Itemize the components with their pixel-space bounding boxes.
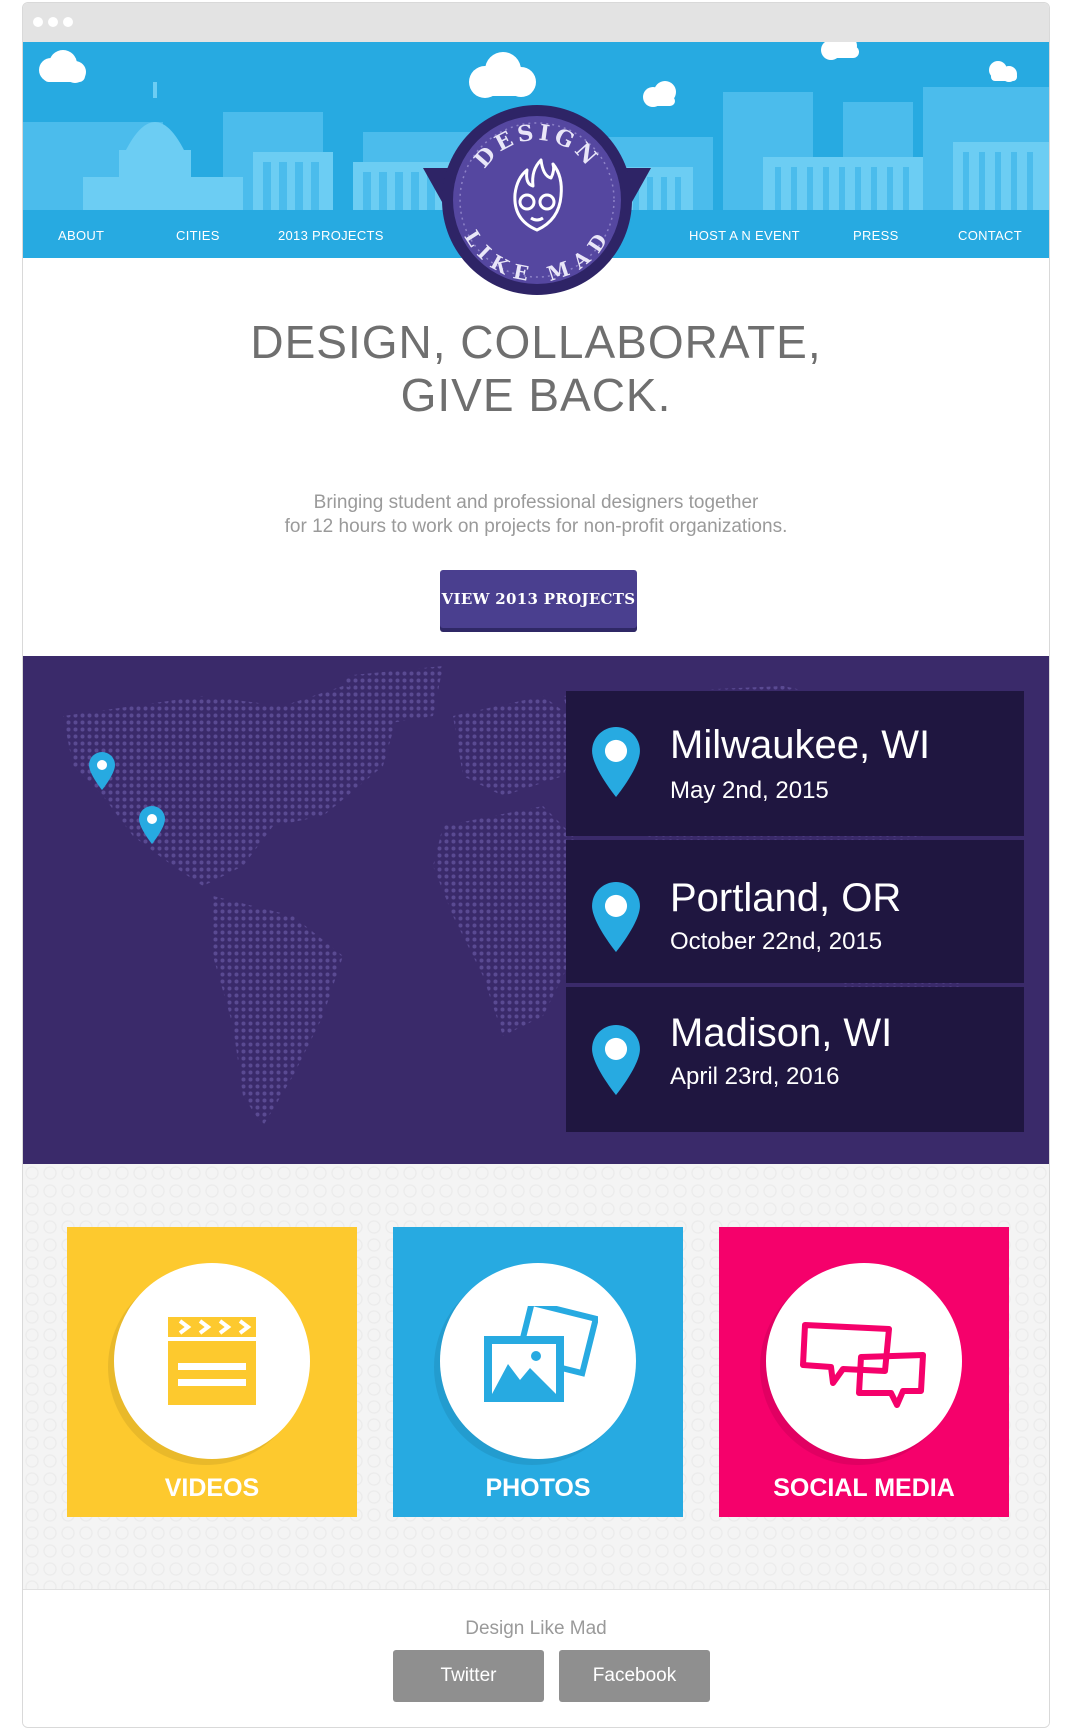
event-city: Portland, OR [670,876,902,920]
event-card[interactable]: Madison, WI April 23rd, 2016 [566,987,1024,1132]
nav-host-event[interactable]: HOST A N EVENT [689,228,800,243]
location-pin-icon[interactable] [89,752,115,790]
event-date: May 2nd, 2015 [670,777,829,804]
nav-about[interactable]: ABOUT [58,228,104,243]
location-pin-icon [592,1025,640,1095]
hero-title-line2: GIVE BACK. [400,369,672,421]
tile-circle [440,1263,636,1459]
event-card[interactable]: Portland, OR October 22nd, 2015 [566,840,1024,983]
view-projects-button[interactable]: VIEW 2013 PROJECTS [440,570,637,628]
window-control-icon[interactable] [33,17,43,27]
window-control-icon[interactable] [48,17,58,27]
site-footer: Design Like Mad Twitter Facebook [23,1589,1049,1727]
videos-tile[interactable]: VIDEOS [67,1227,357,1517]
photos-icon [484,1306,598,1402]
speech-bubbles-icon [800,1322,926,1408]
twitter-button[interactable]: Twitter [393,1650,544,1702]
window-control-icon[interactable] [63,17,73,27]
facebook-button[interactable]: Facebook [559,1650,710,1702]
event-date: April 23rd, 2016 [670,1063,840,1090]
nav-contact[interactable]: CONTACT [958,228,1022,243]
nav-cities[interactable]: CITIES [176,228,220,243]
photos-label: PHOTOS [485,1474,591,1502]
location-pin-icon [592,727,640,797]
hero-subtitle-line1: Bringing student and professional design… [313,492,759,513]
clapperboard-icon [168,1317,256,1405]
event-date: October 22nd, 2015 [670,928,883,955]
footer-site-name: Design Like Mad [465,1618,607,1639]
event-card[interactable]: Milwaukee, WI May 2nd, 2015 [566,691,1024,836]
events-map-section: Milwaukee, WI May 2nd, 2015 Portland, OR… [23,656,1049,1164]
location-pin-icon[interactable] [139,806,165,844]
event-city: Milwaukee, WI [670,723,931,767]
social-media-label: SOCIAL MEDIA [773,1474,955,1502]
photos-tile[interactable]: PHOTOS [393,1227,683,1517]
videos-label: VIDEOS [164,1474,260,1502]
browser-frame: ABOUT CITIES 2013 PROJECTS HOST A N EVEN… [22,2,1050,1728]
tile-circle [766,1263,962,1459]
hero-subtitle-line2: for 12 hours to work on projects for non… [284,516,788,537]
social-media-tile[interactable]: SOCIAL MEDIA [719,1227,1009,1517]
tile-circle [114,1263,310,1459]
nav-2013-projects[interactable]: 2013 PROJECTS [278,228,384,243]
event-city: Madison, WI [670,1011,893,1055]
browser-chrome [23,3,1049,42]
location-pin-icon [592,882,640,952]
design-like-mad-logo[interactable]: DESIGN LIKE MAD [423,98,651,298]
nav-press[interactable]: PRESS [853,228,899,243]
hero-title-line1: DESIGN, COLLABORATE, [250,316,822,368]
